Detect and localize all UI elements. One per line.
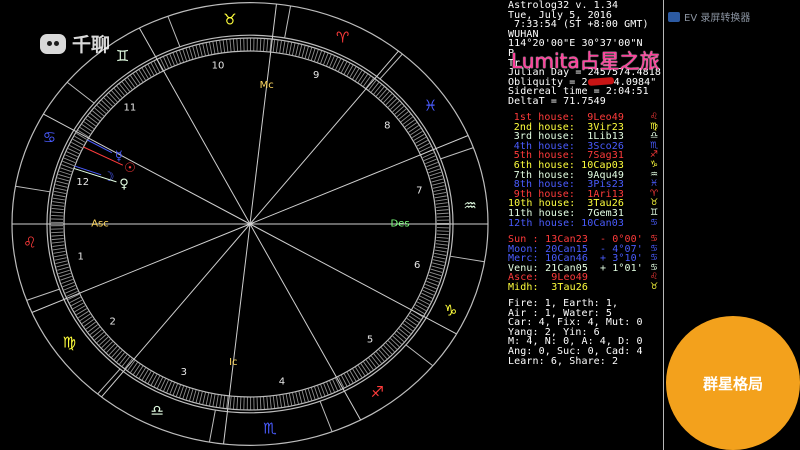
house-cusp-line — [101, 223, 251, 398]
angle-label: Mc — [260, 80, 274, 91]
house-number: 9 — [313, 70, 319, 81]
zodiac-sign-icon: ♓ — [424, 97, 437, 115]
angle-label: Ic — [229, 357, 237, 368]
screen: ♈ ♉ ♊ ♋ ♌ ♍ ♎ ♏ ♐ ♑ ♒ ♓ 1 2 3 4 5 6 7 8 9 10 11 12 Asc Mc Des Ic ☉ ☽ ☿… — [0, 0, 800, 450]
zodiac-sign-icon: ♐ — [371, 383, 384, 401]
zodiac-sign-icon: ♊ — [116, 47, 129, 65]
zodiac-sign-icon: ♋ — [43, 129, 56, 147]
zodiac-sign-icon: ♎ — [151, 402, 164, 420]
delta-t: DeltaT = 71.7549 — [508, 95, 606, 107]
chart-wheel: ♈♉♊♋♌♍♎♏♐♑♒♓123456789101112AscMcDesIc☉☽☿… — [11, 2, 489, 446]
sign-boundary — [66, 81, 95, 104]
logo-eye-icon — [47, 40, 52, 46]
house-number: 7 — [416, 186, 422, 197]
sign-boundary — [284, 5, 292, 39]
logo-eye-icon — [54, 40, 59, 46]
planet-glyph-icon: ☽ — [103, 170, 115, 185]
house-cusp-line — [249, 50, 399, 225]
angle-label: Des — [390, 219, 409, 230]
sign-boundary — [15, 185, 51, 193]
sign-boundary — [319, 401, 333, 432]
sign-boundary — [167, 16, 181, 47]
house-number: 6 — [414, 260, 420, 271]
zodiac-sign-icon: ♑ — [444, 301, 457, 319]
recorder-logo-icon — [668, 11, 680, 22]
sign-boundary — [97, 368, 121, 395]
angle-label: Asc — [91, 219, 109, 230]
house-cusp-list: 1st house: 9Leo49 ♌ 2nd house: 3Vir23 ♍ 3rd ho… — [508, 112, 658, 229]
sign-boundary — [26, 288, 60, 301]
recorder-watermark: EV 录屏转换器 — [668, 9, 750, 24]
planet-position: 3Tau26 — [551, 281, 588, 293]
planet-glyph-icon: ♀ — [119, 177, 129, 192]
house-number: 8 — [384, 121, 390, 132]
zodiac-sign-icon: ♉ — [223, 10, 236, 28]
panel-divider — [663, 0, 664, 450]
house-number: 3 — [181, 367, 187, 378]
zodiac-sign-icon: ♌ — [23, 234, 36, 252]
logo-text: 千聊 — [72, 34, 111, 56]
sign-glyph-icon: ♉ — [650, 281, 659, 292]
house-number: 2 — [110, 316, 116, 327]
qianliao-watermark: 千聊 — [40, 30, 110, 57]
zodiac-sign-icon: ♈ — [336, 28, 349, 46]
house-cusp-line — [249, 3, 277, 225]
house-row: 12th house: 10Can03 ♋ — [508, 217, 658, 229]
zodiac-sign-icon: ♒ — [463, 196, 476, 214]
house-label: 12th house: — [508, 217, 576, 229]
summary-line: Learn: 6, Share: 2 — [508, 355, 619, 367]
house-cusp: 10Can03 — [581, 217, 624, 229]
zodiac-sign-icon: ♍ — [63, 333, 76, 351]
sign-boundary — [208, 409, 216, 443]
sign-boundary — [449, 255, 485, 263]
topic-badge: 群星格局 — [666, 316, 800, 450]
planet-glyph-icon: ☿ — [115, 149, 123, 164]
house-number: 12 — [76, 177, 89, 188]
element-summary: Fire: 1, Earth: 1, Air : 1, Water: 5 Car: … — [508, 299, 643, 366]
sign-boundary — [379, 53, 403, 80]
house-number: 1 — [77, 251, 83, 262]
planet-latitude: + 1°01' — [600, 262, 643, 274]
sign-boundary — [405, 344, 434, 367]
sign-glyph-icon: ♋ — [650, 217, 659, 228]
zodiac-sign-icon: ♏ — [263, 420, 277, 438]
recorder-text: EV 录屏转换器 — [684, 13, 751, 24]
house-number: 4 — [279, 377, 285, 388]
planet-label: Midh: — [508, 281, 539, 293]
qianliao-logo-icon — [40, 33, 66, 54]
planet-glyph-icon: ☉ — [124, 161, 136, 176]
house-number: 11 — [124, 103, 137, 114]
overlay-title: Lumita占星之旅 — [511, 49, 660, 73]
badge-label: 群星格局 — [702, 374, 763, 393]
planet-list: Sun :13Can23- 0°00' ♋ Moon: 20Can15- 4°07' ♋… — [508, 234, 658, 293]
planet-row: Midh: 3Tau26 ♉ — [508, 281, 658, 293]
sign-boundary — [440, 147, 474, 160]
house-number: 5 — [367, 334, 373, 345]
redaction-mark — [587, 77, 614, 87]
house-number: 10 — [212, 60, 225, 71]
house-cusp-line — [223, 223, 251, 445]
